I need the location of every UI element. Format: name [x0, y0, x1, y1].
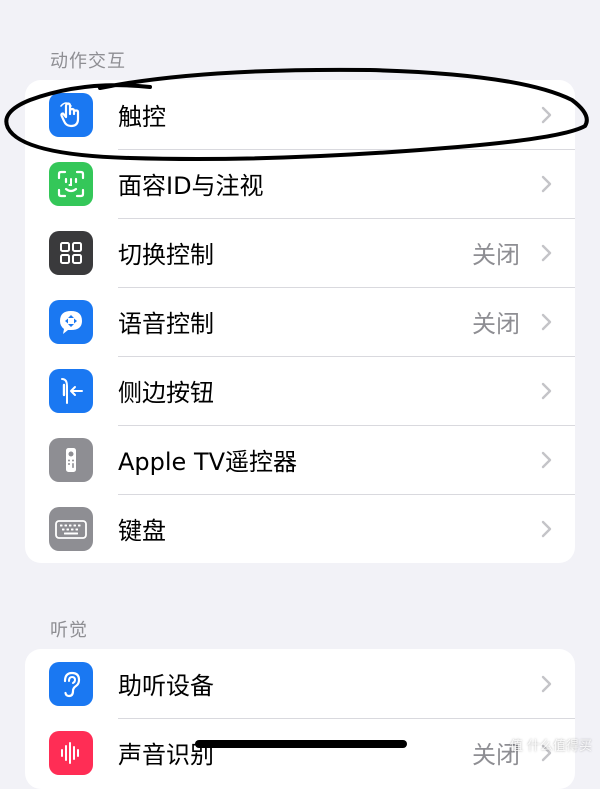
row-face-id-label: 面容ID与注视 [118, 172, 264, 200]
row-voice-control-label: 语音控制 [118, 310, 214, 338]
row-face-id[interactable]: 面容ID与注视 [25, 149, 575, 218]
chevron-right-icon [541, 675, 552, 693]
watermark-text: 值 什么值得买 [509, 739, 592, 754]
chevron-right-icon [541, 520, 552, 538]
row-touch[interactable]: 触控 [25, 80, 575, 149]
row-apple-tv-remote[interactable]: Apple TV遥控器 [25, 425, 575, 494]
row-switch-control[interactable]: 切换控制 关闭 [25, 218, 575, 287]
chevron-right-icon [541, 106, 552, 124]
row-switch-control-value: 关闭 [472, 241, 520, 269]
apple-tv-remote-icon [49, 438, 93, 482]
face-id-icon [49, 162, 93, 206]
row-switch-control-label: 切换控制 [118, 241, 214, 269]
row-hearing-devices[interactable]: 助听设备 [25, 649, 575, 718]
chevron-right-icon [541, 313, 552, 331]
hearing-ear-icon [49, 662, 93, 706]
keyboard-icon [49, 507, 93, 551]
sound-recognition-icon [49, 731, 93, 775]
chevron-right-icon [541, 382, 552, 400]
home-indicator[interactable] [195, 740, 407, 748]
row-voice-control-value: 关闭 [472, 310, 520, 338]
switch-control-icon [49, 231, 93, 275]
section-header-interaction: 动作交互 [50, 51, 126, 72]
touch-hand-icon [49, 93, 93, 137]
settings-group-interaction: 触控 面容ID与注视 切换控制 关闭 语音控制 关闭 侧边按钮 Apple TV… [25, 80, 575, 563]
row-keyboard-label: 键盘 [118, 517, 166, 545]
row-touch-label: 触控 [118, 103, 166, 131]
settings-group-hearing: 助听设备 声音识别 关闭 [25, 649, 575, 789]
section-header-hearing: 听觉 [50, 620, 88, 641]
side-button-icon [49, 369, 93, 413]
row-keyboard[interactable]: 键盘 [25, 494, 575, 563]
chevron-right-icon [541, 175, 552, 193]
chevron-right-icon [541, 451, 552, 469]
row-side-button[interactable]: 侧边按钮 [25, 356, 575, 425]
chevron-right-icon [541, 244, 552, 262]
row-hearing-devices-label: 助听设备 [118, 672, 214, 700]
row-sound-recognition[interactable]: 声音识别 关闭 [25, 718, 575, 787]
row-voice-control[interactable]: 语音控制 关闭 [25, 287, 575, 356]
row-side-button-label: 侧边按钮 [118, 379, 214, 407]
row-apple-tv-remote-label: Apple TV遥控器 [118, 448, 298, 476]
voice-control-icon [49, 300, 93, 344]
